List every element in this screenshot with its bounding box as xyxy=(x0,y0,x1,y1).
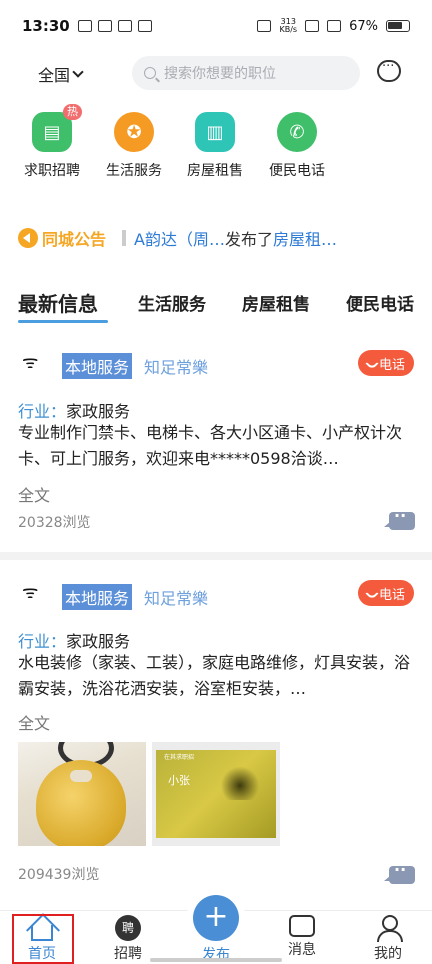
city-label: 全国 xyxy=(38,66,71,85)
notice-divider xyxy=(122,230,127,246)
full-text-link[interactable]: 全文 xyxy=(18,482,50,506)
quick-link-housing[interactable]: ▥ 房屋租售 xyxy=(175,112,255,180)
crown-icon xyxy=(77,20,92,32)
avatar[interactable]: ᯤ xyxy=(22,580,50,610)
notice-name: A韵达（周… xyxy=(134,230,225,249)
full-text-link[interactable]: 全文 xyxy=(18,710,50,734)
industry-line: 行业：家政服务 xyxy=(18,398,130,422)
tree-graphic xyxy=(220,764,260,800)
comment-icon[interactable] xyxy=(384,860,415,884)
nav-messages[interactable]: 消息 xyxy=(272,915,332,959)
net-speed-unit: KB/s xyxy=(279,25,298,34)
industry-value: 家政服务 xyxy=(66,402,131,421)
app-notification-icon xyxy=(97,20,112,32)
nav-recruit[interactable]: 聘 招聘 xyxy=(98,915,158,963)
poster-name[interactable]: 知足常樂 xyxy=(144,354,208,378)
nav-me-label: 我的 xyxy=(374,946,402,962)
nav-me[interactable]: 我的 xyxy=(358,915,418,963)
call-button[interactable]: 电话 xyxy=(358,350,414,376)
status-time: 13:30 xyxy=(22,17,70,35)
status-bar: 13:30 313 KB/s 67% xyxy=(0,0,432,52)
medal-icon: ✪ xyxy=(114,112,154,152)
notice-category: 房屋租… xyxy=(272,230,337,249)
hot-badge: 热 xyxy=(63,104,82,120)
card-name: 小张 xyxy=(168,774,190,787)
search-input[interactable]: 搜索你想要的职位 xyxy=(132,56,360,90)
tab-underline xyxy=(18,320,108,323)
service-tag: 本地服务 xyxy=(62,584,133,610)
tab-housing[interactable]: 房屋租售 xyxy=(242,290,310,315)
post-image[interactable] xyxy=(18,742,146,846)
nav-recruit-label: 招聘 xyxy=(114,946,142,962)
industry-value: 家政服务 xyxy=(66,632,131,651)
phone-icon xyxy=(364,585,380,601)
industry-label: 行业： xyxy=(18,632,67,651)
quick-link-phone[interactable]: ✆ 便民电话 xyxy=(257,112,337,180)
sim-icon xyxy=(305,20,320,32)
industry-label: 行业： xyxy=(18,402,67,421)
publish-button[interactable]: + xyxy=(193,895,239,941)
view-count: 20328浏览 xyxy=(18,515,91,531)
category-tabs: 最新信息 生活服务 房屋租售 便民电话 xyxy=(18,290,432,324)
view-count: 209439浏览 xyxy=(18,867,100,883)
poster-name[interactable]: 知足常樂 xyxy=(144,585,208,609)
speaker-icon xyxy=(18,228,38,248)
service-tag: 本地服务 xyxy=(62,353,133,379)
battery-percent: 67% xyxy=(349,18,378,34)
city-selector[interactable]: 全国 xyxy=(38,62,84,86)
quick-link-life-services[interactable]: ✪ 生活服务 xyxy=(94,112,174,180)
call-label: 电话 xyxy=(378,587,405,603)
play-icon xyxy=(117,20,132,32)
keyfob xyxy=(36,760,126,846)
nav-messages-label: 消息 xyxy=(288,942,316,958)
calendar-icon xyxy=(137,20,152,32)
battery-icon xyxy=(386,20,410,32)
quick-link-label: 求职招聘 xyxy=(24,163,80,179)
briefcase-icon: ▤ 热 xyxy=(32,104,82,152)
tab-phone[interactable]: 便民电话 xyxy=(346,290,414,315)
building-icon: ▥ xyxy=(195,112,235,152)
phone-icon: ✆ xyxy=(277,112,317,152)
gesture-handle xyxy=(150,958,282,962)
post-content[interactable]: 专业制作门禁卡、电梯卡、各大小区通卡、小产权计次卡、可上门服务，欢迎来电****… xyxy=(18,420,414,472)
call-button[interactable]: 电话 xyxy=(358,580,414,606)
notification-icons xyxy=(77,20,152,32)
post-image[interactable]: 在其求职招 小张 xyxy=(152,742,280,846)
chevron-down-icon xyxy=(72,66,84,78)
post-card[interactable]: ᯤ 本地服务 知足常樂 电话 行业：家政服务 水电装修（家装、工装），家庭电路维… xyxy=(0,572,432,892)
notice-text: A韵达（周…发布了房屋租… xyxy=(134,226,337,250)
message-icon xyxy=(289,915,315,937)
chat-icon[interactable] xyxy=(377,59,401,82)
quick-link-jobs[interactable]: ▤ 热 求职招聘 xyxy=(12,104,92,180)
search-icon xyxy=(144,67,156,79)
quick-link-label: 房屋租售 xyxy=(187,163,243,179)
quick-link-label: 生活服务 xyxy=(106,163,162,179)
business-card: 在其求职招 小张 xyxy=(156,750,276,838)
person-icon xyxy=(375,915,403,942)
publish-wrap: + xyxy=(186,889,246,949)
comment-icon[interactable] xyxy=(384,506,415,530)
phone-icon xyxy=(364,355,380,371)
tab-latest[interactable]: 最新信息 xyxy=(18,288,98,317)
call-label: 电话 xyxy=(378,357,405,373)
notice-title: 同城公告 xyxy=(42,230,107,249)
recruit-icon: 聘 xyxy=(115,915,141,941)
city-notice[interactable]: 同城公告 A韵达（周…发布了房屋租… xyxy=(18,226,418,250)
quick-links: ▤ 热 求职招聘 ✪ 生活服务 ▥ 房屋租售 ✆ 便民电话 xyxy=(0,104,432,182)
top-bar: 全国 搜索你想要的职位 xyxy=(0,52,432,94)
highlight-box xyxy=(12,914,74,964)
divider xyxy=(0,552,432,560)
avatar[interactable]: ᯤ xyxy=(22,350,50,380)
search-placeholder: 搜索你想要的职位 xyxy=(164,66,276,82)
post-card[interactable]: ᯤ 本地服务 知足常樂 电话 行业：家政服务 专业制作门禁卡、电梯卡、各大小区通… xyxy=(0,340,432,540)
quick-link-label: 便民电话 xyxy=(269,163,325,179)
card-header: 在其求职招 xyxy=(164,754,195,761)
vibrate-icon xyxy=(257,20,272,32)
notice-action: 发布了 xyxy=(224,230,273,249)
post-content[interactable]: 水电装修（家装、工装），家庭电路维修，灯具安装，浴霸安装，洗浴花洒安装，浴室柜安… xyxy=(18,650,414,702)
tab-life-services[interactable]: 生活服务 xyxy=(138,290,206,315)
industry-line: 行业：家政服务 xyxy=(18,628,130,652)
wifi-icon xyxy=(327,20,342,32)
net-speed: 313 KB/s xyxy=(279,18,297,34)
